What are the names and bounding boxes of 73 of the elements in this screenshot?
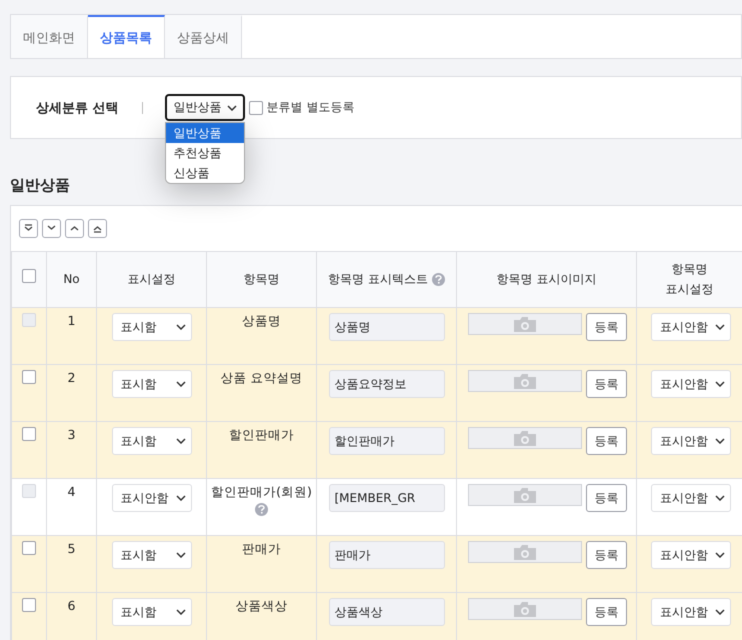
row-number: 3 — [68, 427, 76, 442]
camera-icon — [514, 373, 536, 389]
item-name: 할인판매가(회원) — [211, 484, 312, 499]
column-label: 항목명 표시텍스트 — [328, 272, 428, 286]
row-number: 1 — [68, 313, 76, 328]
tab[interactable]: 메인화면 — [11, 15, 88, 58]
column-label: 항목명 — [244, 272, 280, 286]
item-name: 상품색상 — [236, 598, 288, 613]
camera-icon — [514, 544, 536, 560]
display-select[interactable]: 표시함 — [112, 427, 192, 455]
row-number: 2 — [68, 370, 76, 385]
camera-icon — [514, 430, 536, 446]
camera-icon — [514, 601, 536, 617]
chevron-down-icon — [226, 104, 237, 110]
register-button[interactable]: 등록 — [586, 541, 627, 569]
display-text-field[interactable]: 할인판매가 — [328, 427, 444, 455]
move-bottom-button[interactable] — [19, 219, 38, 238]
checkbox[interactable] — [248, 100, 263, 114]
row-checkbox[interactable] — [22, 541, 36, 555]
register-button[interactable]: 등록 — [586, 427, 627, 455]
row-number: 6 — [68, 598, 76, 613]
move-up-button[interactable] — [65, 219, 84, 238]
name-display-select[interactable]: 표시안함 — [651, 541, 731, 569]
camera-icon — [514, 487, 536, 503]
chevron-down-icon — [176, 438, 186, 444]
dropdown-option[interactable]: 신상품 — [166, 163, 244, 183]
camera-icon — [514, 316, 536, 332]
item-name: 판매가 — [242, 541, 281, 556]
tab[interactable]: 상품목록 — [88, 15, 165, 58]
display-text-field[interactable]: 상품색상 — [328, 598, 444, 626]
chevron-down-icon — [176, 609, 186, 615]
row-checkbox[interactable] — [22, 427, 36, 441]
help-icon[interactable] — [432, 273, 445, 286]
chevron-down-icon — [715, 609, 725, 615]
tab[interactable]: 상품상세 — [165, 15, 242, 58]
checkbox-label: 분류별 별도등록 — [266, 99, 354, 116]
column-label: No — [63, 272, 80, 286]
item-name: 할인판매가 — [229, 427, 294, 442]
chevron-down-icon — [176, 552, 186, 558]
display-select[interactable]: 표시함 — [112, 541, 192, 569]
column-label: 표시설정 — [128, 272, 176, 286]
chevron-down-icon — [715, 495, 725, 501]
section-title: 일반상품 — [10, 176, 71, 195]
chevron-down-icon — [176, 381, 186, 387]
select-all-checkbox[interactable] — [22, 269, 36, 284]
display-text-field[interactable]: 판매가 — [328, 541, 444, 569]
dropdown-option[interactable]: 일반상품 — [166, 123, 244, 143]
chevron-down-icon — [715, 438, 725, 444]
chevron-down-icon — [176, 495, 186, 501]
column-label: 항목명 표시설정 — [666, 262, 714, 296]
move-top-button[interactable] — [88, 219, 107, 238]
chevron-down-icon — [715, 381, 725, 387]
row-number: 5 — [68, 541, 76, 556]
display-select[interactable]: 표시함 — [112, 598, 192, 626]
filter-label: 상세분류 선택 — [36, 100, 119, 116]
dropdown-option[interactable]: 추천상품 — [166, 143, 244, 163]
display-text-field[interactable]: 상품요약정보 — [328, 370, 444, 398]
name-display-select[interactable]: 표시안함 — [651, 427, 731, 455]
register-button[interactable]: 등록 — [586, 370, 627, 398]
chevron-down-icon — [176, 324, 186, 330]
item-name: 상품명 — [242, 313, 281, 328]
chevron-down-icon — [715, 552, 725, 558]
row-number: 4 — [68, 484, 76, 499]
column-label: 항목명 표시이미지 — [496, 272, 596, 286]
name-display-select[interactable]: 표시안함 — [651, 370, 731, 398]
row-checkbox[interactable] — [22, 370, 36, 384]
register-button[interactable]: 등록 — [586, 598, 627, 626]
row-checkbox[interactable] — [22, 598, 36, 612]
move-down-button[interactable] — [42, 219, 61, 238]
item-name: 상품 요약설명 — [220, 370, 302, 385]
chevron-down-icon — [715, 324, 725, 330]
display-select[interactable]: 표시함 — [112, 370, 192, 398]
name-display-select[interactable]: 표시안함 — [651, 598, 731, 626]
